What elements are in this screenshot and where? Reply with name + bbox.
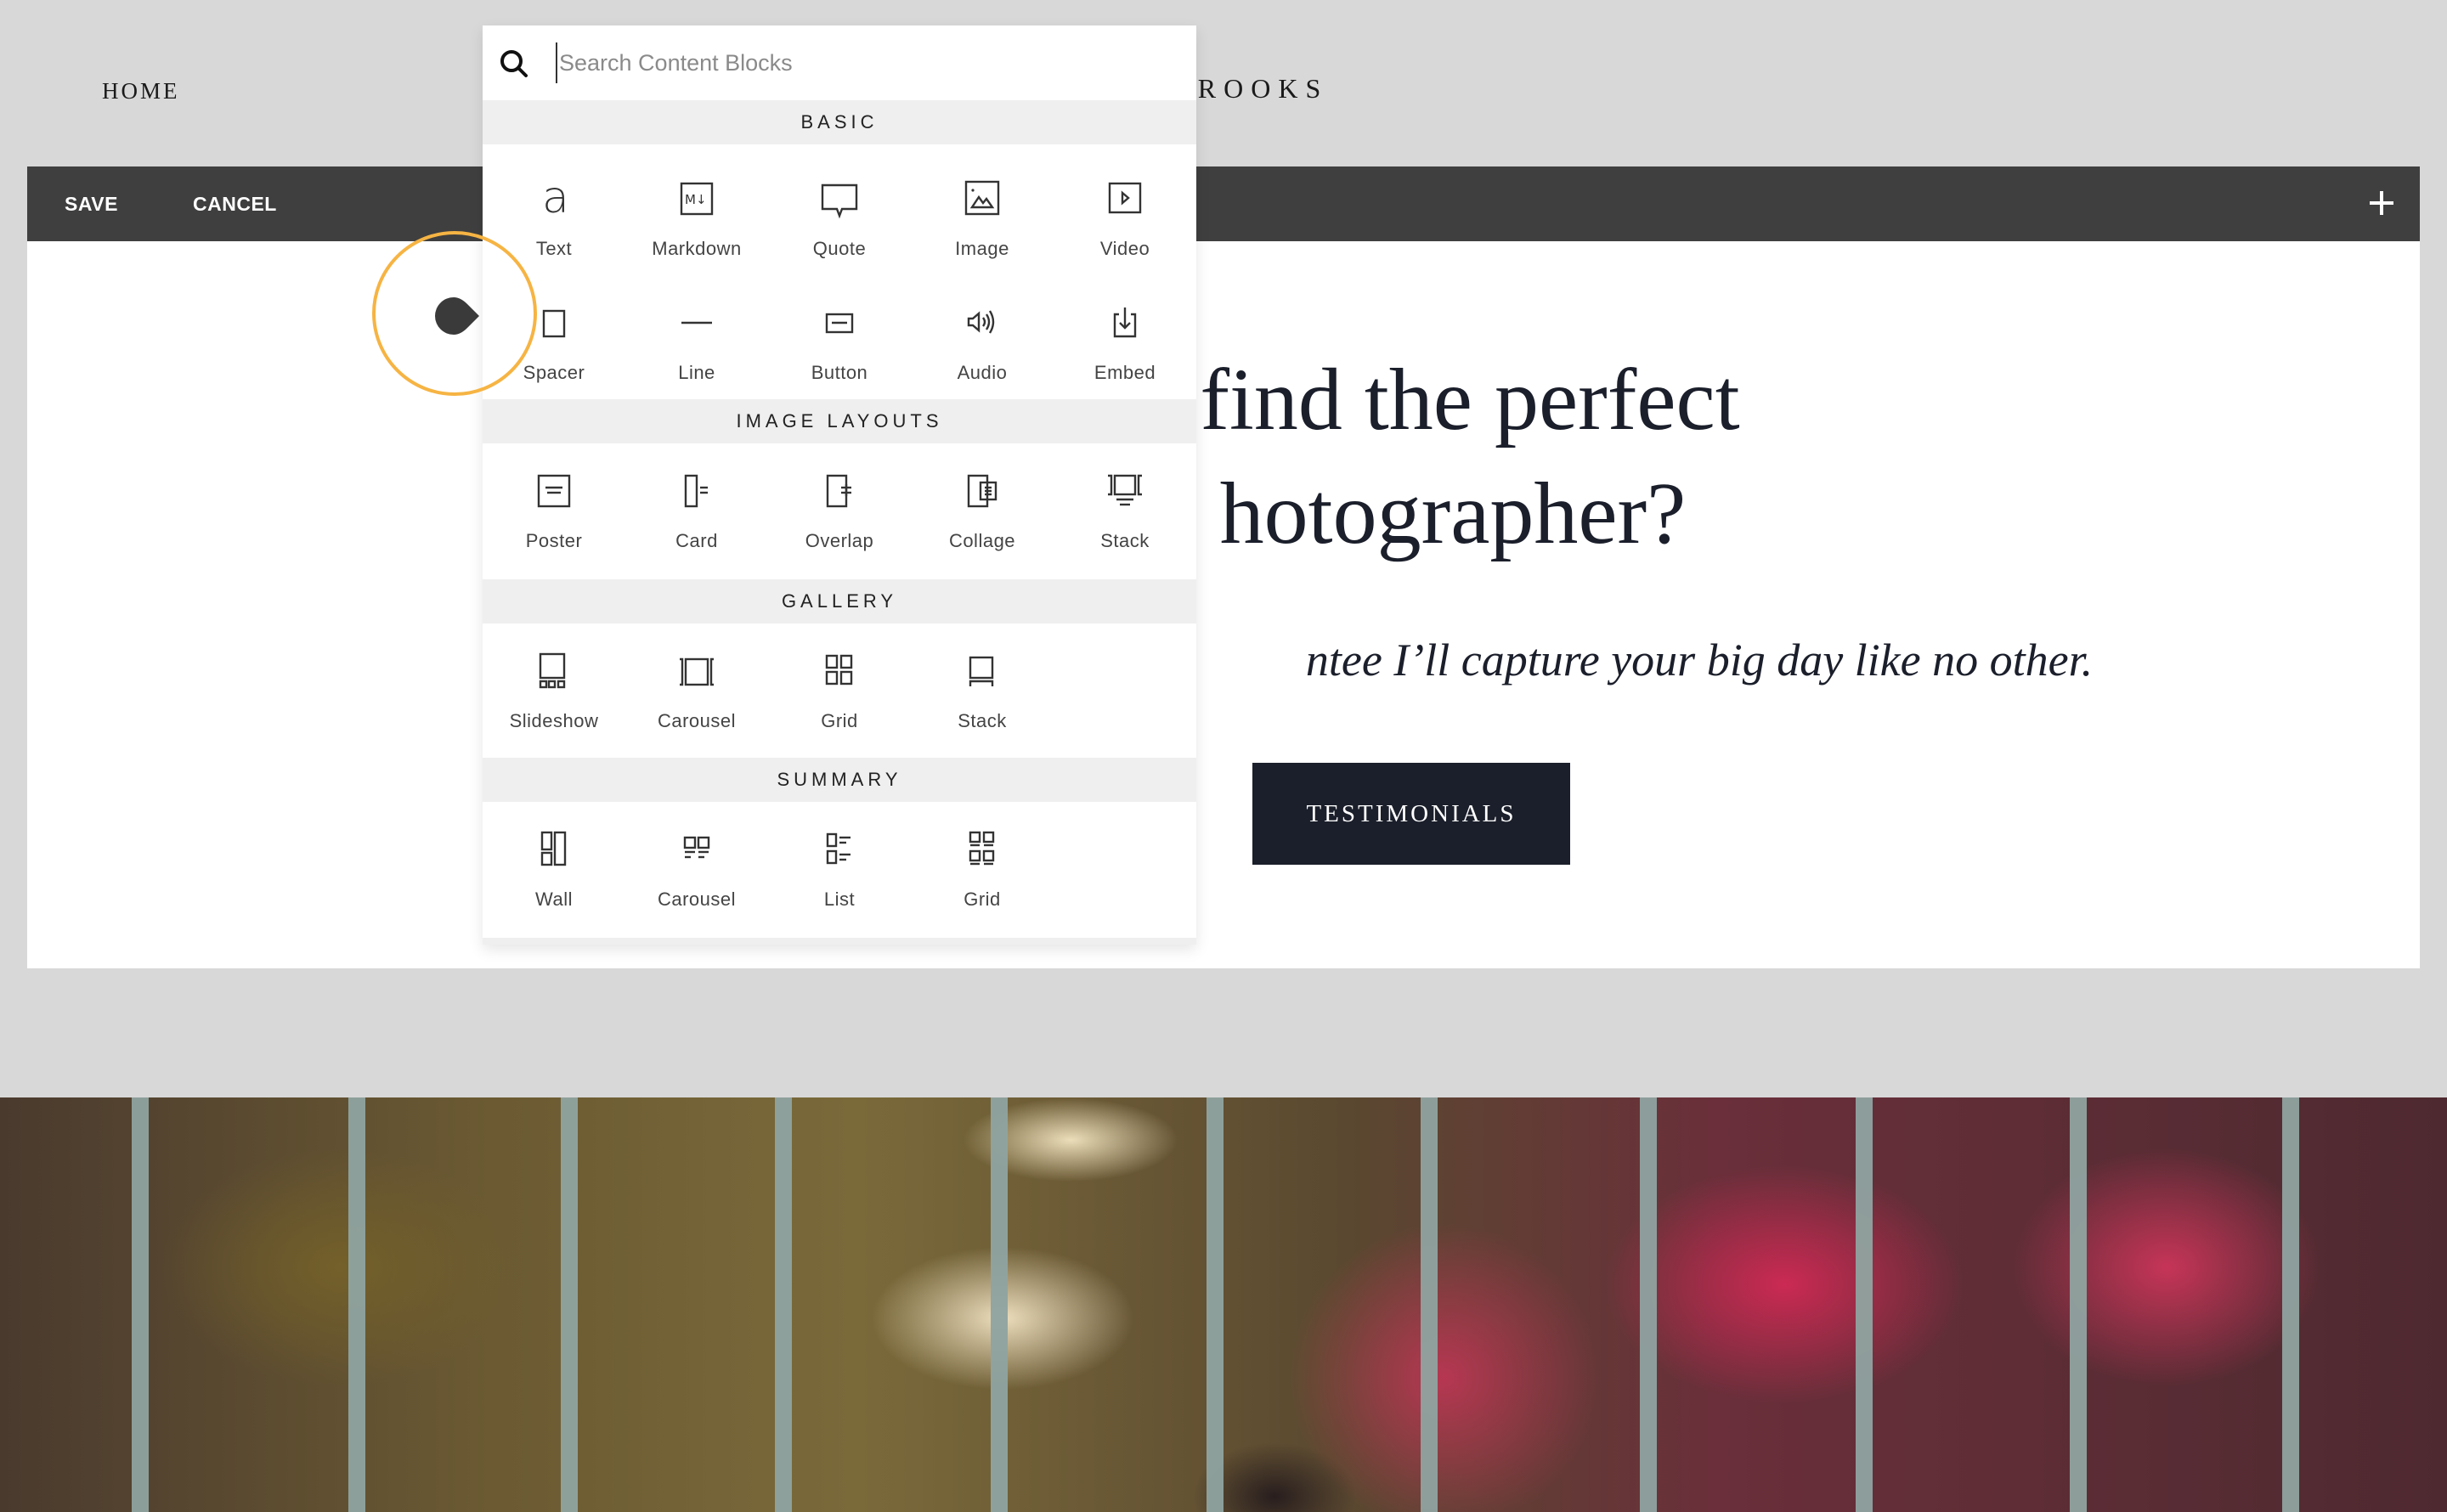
summary-grid-icon — [955, 822, 1009, 877]
block-label: Slideshow — [509, 710, 599, 731]
image-layout-blocks: Poster Card Overlap Collage Stack — [483, 443, 1196, 579]
block-label: Video — [1099, 238, 1150, 259]
block-label: Card — [675, 530, 718, 551]
search-icon — [498, 48, 530, 80]
block-audio[interactable]: Audio — [911, 275, 1054, 396]
block-label: Audio — [957, 362, 1008, 383]
stack-layout-icon — [1098, 464, 1152, 518]
button-icon — [812, 296, 867, 350]
spacer-icon — [527, 296, 581, 350]
block-label: Overlap — [805, 530, 874, 551]
block-label: Grid — [821, 710, 858, 731]
block-label: Quote — [812, 238, 867, 259]
section-header-gallery: GALLERY — [483, 579, 1196, 623]
overlap-icon — [812, 464, 867, 518]
block-collage[interactable]: Collage — [911, 443, 1054, 564]
block-label: Collage — [948, 530, 1016, 551]
block-label: Stack — [958, 710, 1007, 731]
block-label: List — [823, 889, 856, 910]
headline-line-1: find the perfect — [1200, 351, 1740, 449]
block-summary-carousel[interactable]: Carousel — [625, 802, 768, 922]
block-quote[interactable]: Quote — [768, 151, 911, 272]
block-button[interactable]: Button — [768, 275, 911, 396]
subheadline: ntee I’ll capture your big day like no o… — [1305, 635, 2094, 685]
section-header-summary: SUMMARY — [483, 758, 1196, 802]
embed-icon — [1098, 296, 1152, 350]
block-stack-gallery[interactable]: Stack — [911, 623, 1054, 744]
audio-icon — [955, 296, 1009, 350]
headline: find the perfect hotographer? — [27, 343, 2420, 571]
poster-icon — [527, 464, 581, 518]
content-block-picker: BASIC a Text M↓ Markdown Quote Image Vid… — [483, 25, 1196, 945]
svg-text:a: a — [542, 172, 569, 223]
block-text[interactable]: a Text — [483, 151, 625, 272]
summary-carousel-icon — [670, 822, 724, 877]
section-header-basic: BASIC — [483, 100, 1196, 144]
block-embed[interactable]: Embed — [1054, 275, 1196, 396]
save-button[interactable]: SAVE — [65, 166, 118, 241]
block-label: Carousel — [657, 889, 737, 910]
block-label: Image — [955, 238, 1009, 259]
block-label: Spacer — [523, 362, 585, 383]
video-icon — [1098, 172, 1152, 226]
section-header-image-layouts: IMAGE LAYOUTS — [483, 399, 1196, 443]
block-summary-grid[interactable]: Grid — [911, 802, 1054, 922]
block-label: Grid — [964, 889, 1001, 910]
basic-blocks: a Text M↓ Markdown Quote Image Video Spa… — [483, 144, 1196, 399]
picker-footer — [483, 938, 1196, 945]
hero-photo — [0, 1097, 2447, 1512]
carousel-icon — [670, 644, 724, 698]
slideshow-icon — [527, 644, 581, 698]
summary-blocks: Wall Carousel List Grid — [483, 802, 1196, 938]
block-label: Text — [535, 238, 573, 259]
search-input[interactable] — [556, 42, 1154, 83]
list-icon — [812, 822, 867, 877]
block-markdown[interactable]: M↓ Markdown — [625, 151, 768, 272]
block-card[interactable]: Card — [625, 443, 768, 564]
block-label: Poster — [525, 530, 583, 551]
block-label: Stack — [1100, 530, 1150, 551]
editor-toolbar: SAVE CANCEL ing ‘Intro’ — [27, 166, 2420, 241]
cancel-button[interactable]: CANCEL — [193, 166, 277, 241]
card-icon — [670, 464, 724, 518]
cursor-pointer-icon — [435, 297, 486, 335]
text-icon: a — [527, 172, 581, 226]
block-image[interactable]: Image — [911, 151, 1054, 272]
block-label: Button — [811, 362, 868, 383]
testimonials-button[interactable]: TESTIMONIALS — [1252, 763, 1570, 865]
gallery-blocks: Slideshow Carousel Grid Stack — [483, 623, 1196, 758]
svg-text:M↓: M↓ — [685, 192, 707, 207]
headline-line-2: hotographer? — [1219, 465, 1687, 562]
picker-search-bar — [483, 25, 1196, 100]
line-icon — [670, 296, 724, 350]
nav-home-link[interactable]: HOME — [102, 78, 180, 104]
block-label: Wall — [535, 889, 573, 910]
block-slideshow[interactable]: Slideshow — [483, 623, 625, 744]
block-list[interactable]: List — [768, 802, 911, 922]
block-carousel[interactable]: Carousel — [625, 623, 768, 744]
wall-icon — [527, 822, 581, 877]
plus-icon[interactable] — [2367, 189, 2396, 217]
image-icon — [955, 172, 1009, 226]
grid-icon — [812, 644, 867, 698]
block-spacer[interactable]: Spacer — [483, 275, 625, 396]
markdown-icon: M↓ — [670, 172, 724, 226]
block-overlap[interactable]: Overlap — [768, 443, 911, 564]
block-label: Markdown — [652, 238, 742, 259]
block-line[interactable]: Line — [625, 275, 768, 396]
block-label: Embed — [1094, 362, 1156, 383]
block-poster[interactable]: Poster — [483, 443, 625, 564]
block-label: Line — [678, 362, 715, 383]
stack-gallery-icon — [955, 644, 1009, 698]
block-video[interactable]: Video — [1054, 151, 1196, 272]
block-stack-layout[interactable]: Stack — [1054, 443, 1196, 564]
collage-icon — [955, 464, 1009, 518]
block-grid[interactable]: Grid — [768, 623, 911, 744]
block-label: Carousel — [657, 710, 737, 731]
block-wall[interactable]: Wall — [483, 802, 625, 922]
quote-icon — [812, 172, 867, 226]
page-section-intro: find the perfect hotographer? ntee I’ll … — [27, 241, 2420, 968]
